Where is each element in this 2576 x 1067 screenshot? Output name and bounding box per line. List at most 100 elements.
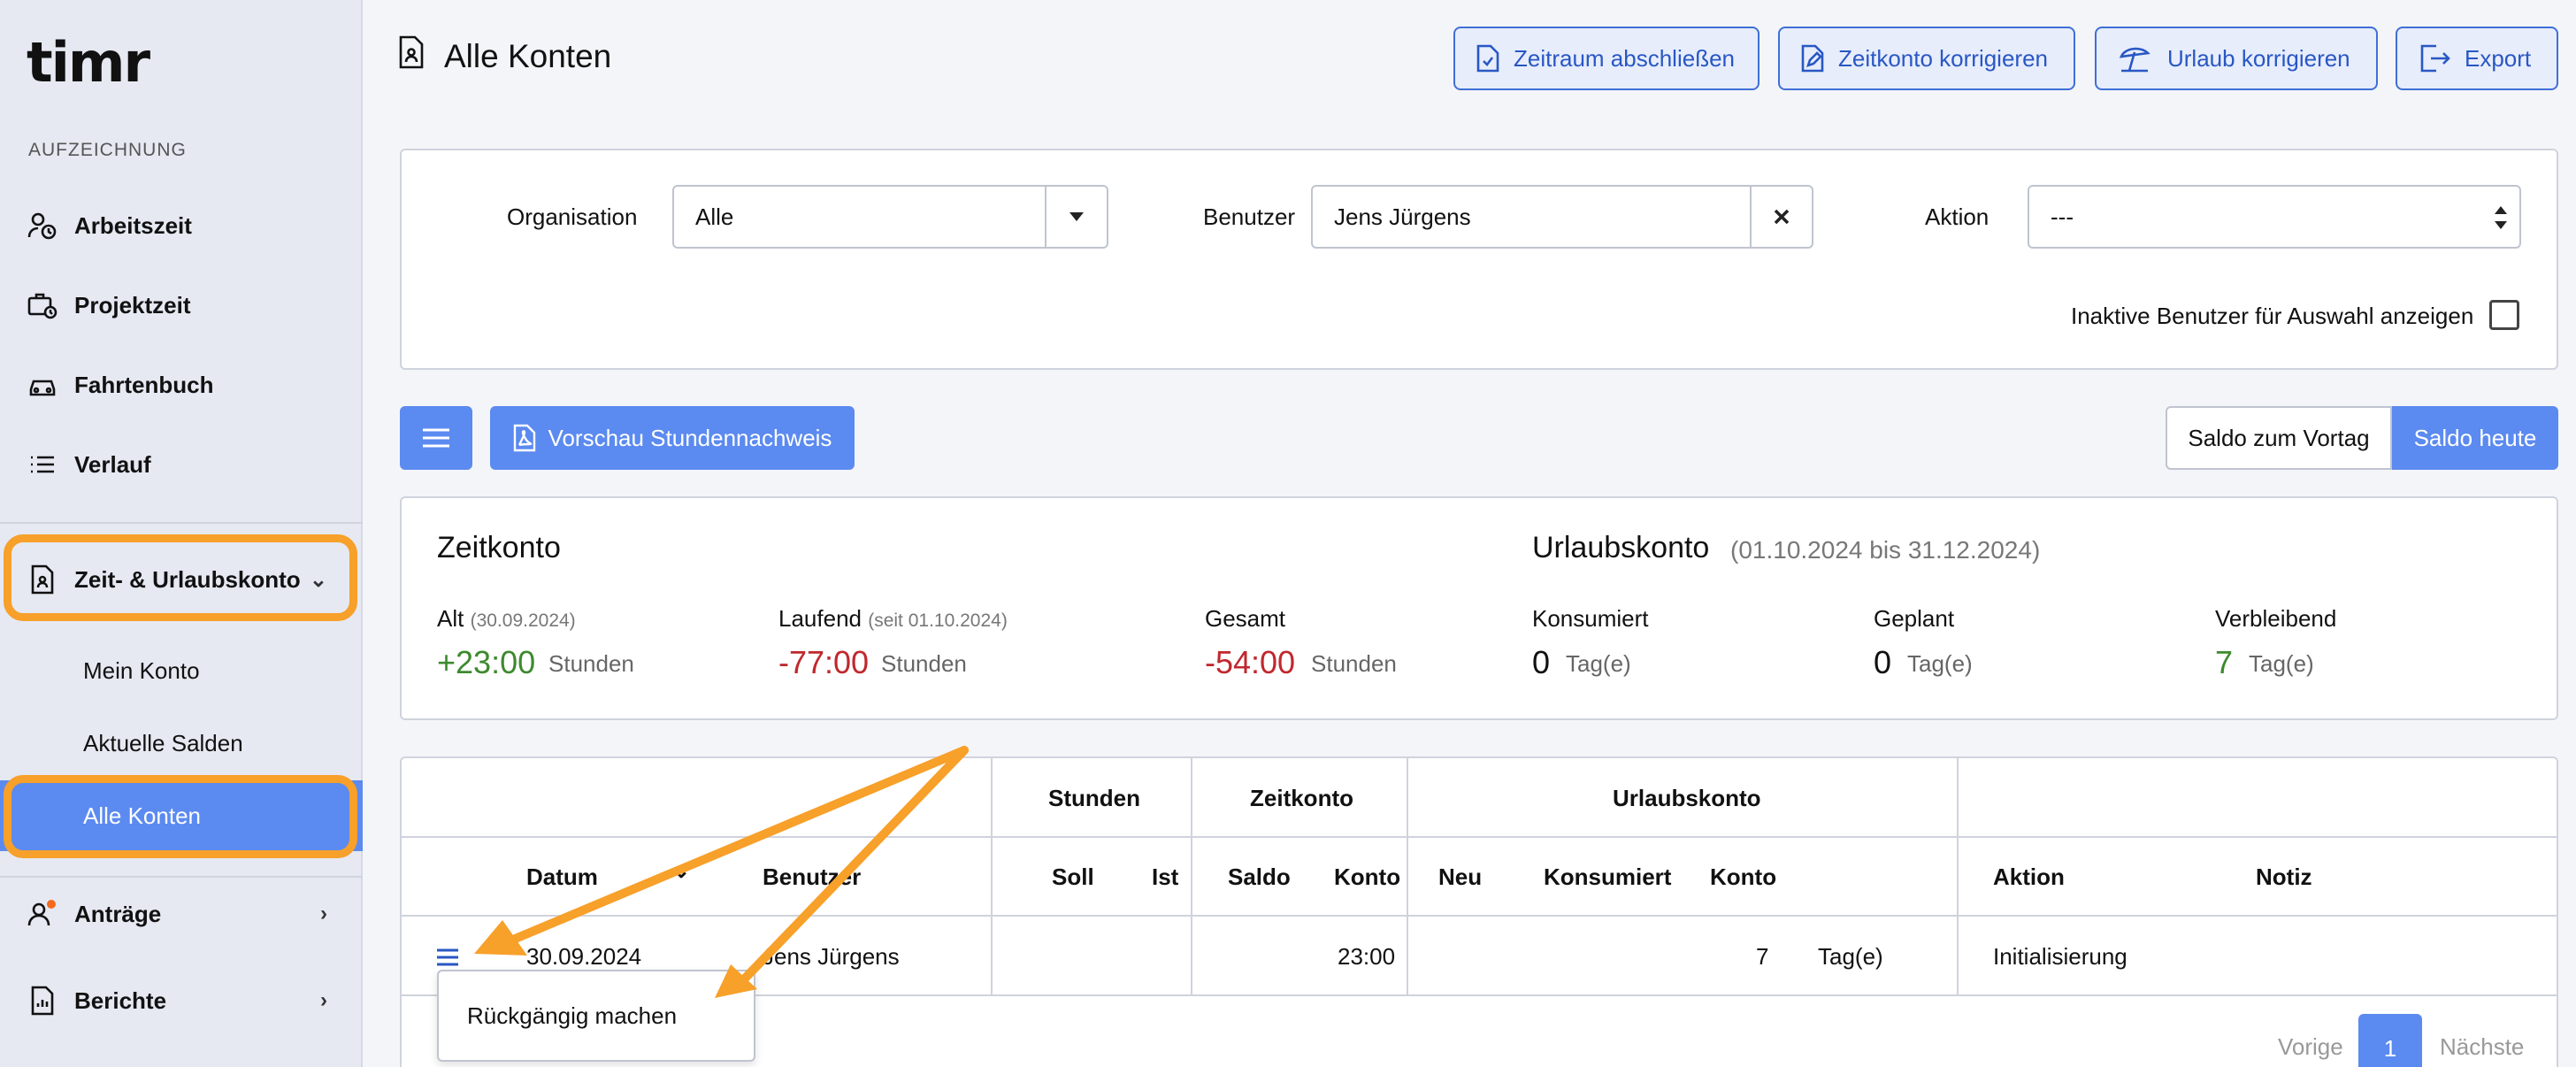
undo-menu-item[interactable]: Rückgängig machen <box>467 1002 677 1030</box>
verbleibend-value: 7 <box>2215 644 2234 680</box>
sort-chevron-down-icon[interactable]: ⌄ <box>672 858 690 884</box>
table-divider <box>402 915 2557 917</box>
column-neu[interactable]: Neu <box>1438 864 1482 891</box>
report-icon <box>27 985 58 1017</box>
cell-konto: 23:00 <box>1338 943 1396 970</box>
urlaubskonto-range: (01.10.2024 bis 31.12.2024) <box>1730 536 2041 564</box>
sidebar-sub-aktuelle-salden[interactable]: Aktuelle Salden <box>0 708 363 779</box>
table-divider <box>402 836 2557 838</box>
aktion-select[interactable]: --- <box>2028 185 2521 249</box>
pdf-icon <box>513 424 535 452</box>
column-aktion[interactable]: Aktion <box>1993 864 2065 891</box>
column-datum[interactable]: Datum <box>526 864 598 891</box>
user-clock-icon <box>27 210 58 242</box>
saldo-heute-toggle[interactable]: Saldo heute <box>2392 406 2558 470</box>
export-icon <box>2420 44 2450 73</box>
zeitkonto-title: Zeitkonto <box>437 531 561 564</box>
button-label: Zeitraum abschließen <box>1514 44 1735 72</box>
group-header-zeitkonto: Zeitkonto <box>1250 785 1353 811</box>
aktion-label: Aktion <box>1925 203 1990 230</box>
column-benutzer[interactable]: Benutzer <box>763 864 861 891</box>
export-button[interactable]: Export <box>2396 27 2558 90</box>
pagination-prev[interactable]: Vorige <box>2278 1033 2343 1061</box>
sidebar-item-label: Projektzeit <box>74 291 191 319</box>
table-divider <box>991 758 993 995</box>
alt-unit: Stunden <box>548 650 634 677</box>
laufend-unit: Stunden <box>881 650 967 677</box>
organisation-select[interactable]: Alle <box>672 185 1108 249</box>
inactive-users-label: Inaktive Benutzer für Auswahl anzeigen <box>2071 303 2474 329</box>
table-divider <box>1407 758 1408 995</box>
sidebar-item-label: Arbeitszeit <box>74 211 192 239</box>
sidebar-item-label: Fahrtenbuch <box>74 371 214 398</box>
page-title: Alle Konten <box>398 35 611 77</box>
beach-umbrella-icon <box>2119 47 2150 73</box>
sidebar-item-arbeitszeit[interactable]: Arbeitszeit <box>0 186 363 265</box>
button-label: Export <box>2465 44 2532 72</box>
benutzer-label: Benutzer <box>1203 203 1296 230</box>
cell-aktion: Initialisierung <box>1993 943 2128 970</box>
column-konsumiert[interactable]: Konsumiert <box>1544 864 1671 891</box>
caret-down-icon[interactable] <box>1045 187 1107 247</box>
app-logo[interactable]: timr <box>27 30 150 95</box>
hamburger-icon <box>423 428 449 448</box>
car-icon <box>27 369 58 401</box>
sidebar-item-label: Anträge <box>74 900 162 927</box>
page-title-text: Alle Konten <box>444 37 612 74</box>
column-urlaub-konto[interactable]: Konto <box>1710 864 1776 891</box>
group-header-stunden: Stunden <box>1048 785 1140 811</box>
urlaubskonto-title: Urlaubskonto <box>1532 531 1710 564</box>
menu-button[interactable] <box>400 406 472 470</box>
konsumiert-unit: Tag(e) <box>1566 650 1631 677</box>
konsumiert-value: 0 <box>1532 644 1551 680</box>
column-konto[interactable]: Konto <box>1334 864 1400 891</box>
sidebar-item-antraege[interactable]: Anträge › <box>0 874 363 954</box>
column-saldo[interactable]: Saldo <box>1228 864 1291 891</box>
document-user-icon <box>398 35 425 77</box>
column-ist[interactable]: Ist <box>1152 864 1178 891</box>
inactive-users-checkbox[interactable] <box>2489 300 2519 330</box>
geplant-value: 0 <box>1874 644 1892 680</box>
laufend-value: -77:00 <box>778 644 870 680</box>
pagination-next[interactable]: Nächste <box>2440 1033 2524 1061</box>
benutzer-select[interactable]: Jens Jürgens <box>1311 185 1813 249</box>
sidebar-item-verlauf[interactable]: Verlauf <box>0 425 363 504</box>
column-notiz[interactable]: Notiz <box>2256 864 2312 891</box>
cell-benutzer: Jens Jürgens <box>763 943 900 970</box>
laufend-label: Laufend (seit 01.10.2024) <box>778 605 1008 632</box>
saldo-vortag-toggle[interactable]: Saldo zum Vortag <box>2166 406 2392 470</box>
document-check-icon <box>1476 44 1499 73</box>
row-context-menu: Rückgängig machen <box>437 970 755 1062</box>
pagination-page[interactable]: 1 <box>2358 1014 2422 1067</box>
column-soll[interactable]: Soll <box>1052 864 1094 891</box>
benutzer-value: Jens Jürgens <box>1334 203 1471 230</box>
sidebar-item-label: Verlauf <box>74 450 151 478</box>
zeitkonto-korrigieren-button[interactable]: Zeitkonto korrigieren <box>1778 27 2075 90</box>
clear-icon[interactable] <box>1750 187 1812 247</box>
list-icon <box>27 449 58 480</box>
highlight-annotation <box>4 775 357 858</box>
urlaub-korrigieren-button[interactable]: Urlaub korrigieren <box>2095 27 2378 90</box>
sidebar-divider <box>0 522 363 524</box>
button-label: Urlaub korrigieren <box>2167 44 2350 72</box>
button-label: Vorschau Stundennachweis <box>548 424 832 451</box>
konsumiert-label: Konsumiert <box>1532 605 1649 632</box>
row-menu-icon[interactable] <box>437 945 458 972</box>
sidebar-item-projektzeit[interactable]: Projektzeit <box>0 265 363 345</box>
geplant-label: Geplant <box>1874 605 1955 632</box>
select-arrows-icon <box>2495 206 2507 235</box>
sidebar-sub-mein-konto[interactable]: Mein Konto <box>0 635 363 706</box>
zeitraum-abschliessen-button[interactable]: Zeitraum abschließen <box>1453 27 1760 90</box>
chevron-right-icon: › <box>320 902 327 925</box>
verbleibend-unit: Tag(e) <box>2249 650 2314 677</box>
vorschau-stundennachweis-button[interactable]: Vorschau Stundennachweis <box>490 406 855 470</box>
filter-card <box>400 149 2558 370</box>
sidebar-item-berichte[interactable]: Berichte › <box>0 961 363 1040</box>
sidebar: timr AUFZEICHNUNG Arbeitszeit Projektzei… <box>0 0 363 1067</box>
sidebar-item-fahrtenbuch[interactable]: Fahrtenbuch <box>0 345 363 425</box>
aktion-value: --- <box>2051 203 2074 230</box>
section-label: AUFZEICHNUNG <box>28 140 187 160</box>
briefcase-clock-icon <box>27 289 58 321</box>
geplant-unit: Tag(e) <box>1907 650 1973 677</box>
sidebar-item-label: Berichte <box>74 986 167 1014</box>
